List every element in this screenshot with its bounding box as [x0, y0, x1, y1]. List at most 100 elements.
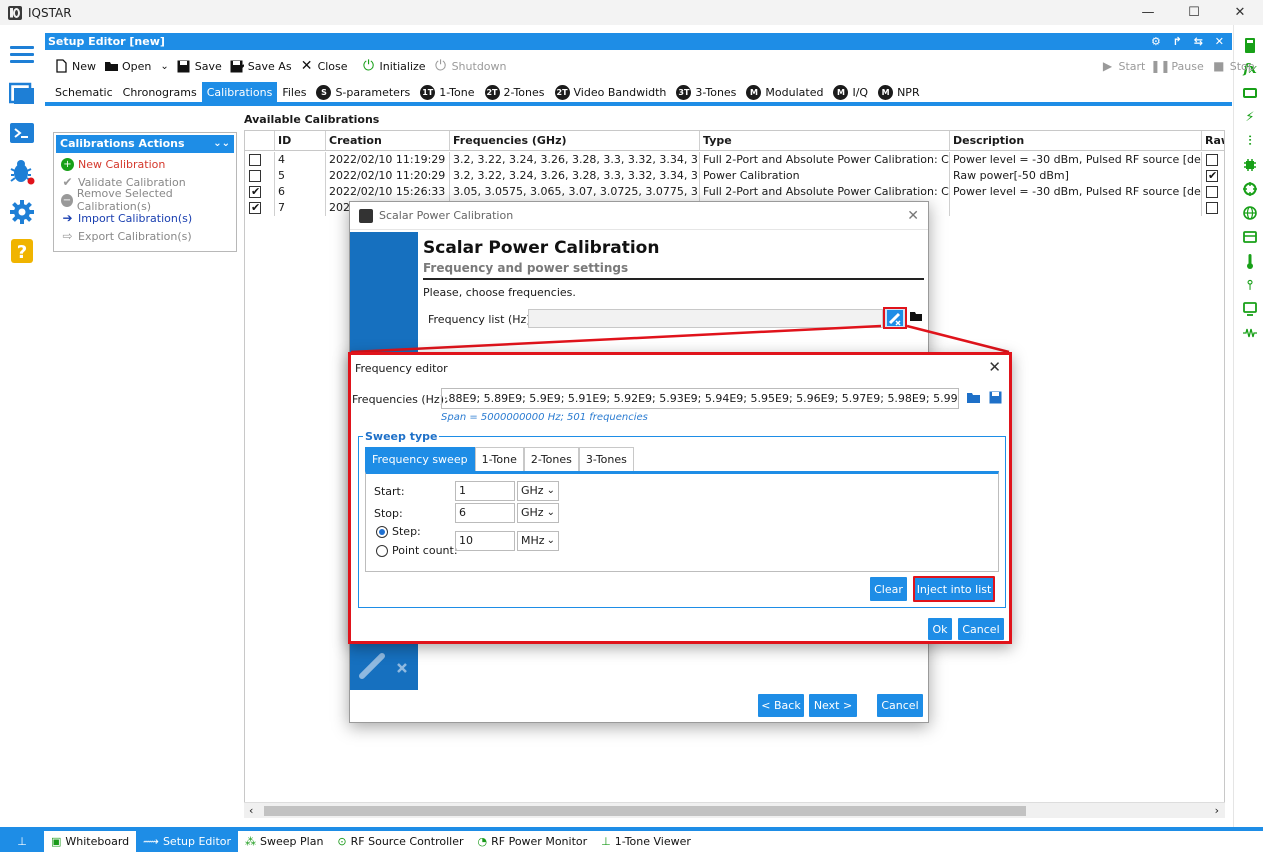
start-unit-select[interactable]: GHz ⌄	[517, 481, 559, 501]
close-button[interactable]: ✕ Close	[300, 58, 348, 74]
probe-icon[interactable]: ⫯	[1242, 277, 1258, 293]
tab-npr[interactable]: M NPR	[873, 82, 925, 102]
console-icon[interactable]	[8, 119, 36, 147]
row-select-checkbox[interactable]	[249, 184, 261, 200]
new-calibration-action[interactable]: + New Calibration	[54, 155, 236, 173]
bottom-tab-whiteboard[interactable]: ▣ Whiteboard	[44, 831, 136, 852]
tab-files[interactable]: Files	[277, 82, 311, 102]
header-type[interactable]: Type	[700, 131, 950, 151]
tab-1-tone[interactable]: 1-Tone	[474, 447, 524, 471]
close-icon[interactable]: ✕	[988, 358, 1001, 376]
back-button[interactable]: < Back	[758, 694, 804, 717]
bottom-tab-setup-editor[interactable]: ⟿ Setup Editor	[136, 831, 239, 852]
bottom-tab-1-tone-viewer[interactable]: ⊥ 1-Tone Viewer	[594, 831, 698, 852]
save-icon[interactable]	[989, 391, 1002, 407]
scrollbar-thumb[interactable]	[264, 806, 1026, 816]
pause-button[interactable]: ❚❚ Pause	[1150, 59, 1203, 73]
bottom-tab-sweep-plan[interactable]: ⁂ Sweep Plan	[238, 831, 330, 852]
target-icon[interactable]	[1242, 181, 1258, 197]
export-calibration-action[interactable]: ⇨ Export Calibration(s)	[54, 227, 236, 245]
tab-schematic[interactable]: Schematic	[50, 82, 118, 102]
scroll-left-icon[interactable]: ‹	[249, 804, 253, 817]
raw-checkbox[interactable]	[1206, 186, 1218, 198]
frequencies-input[interactable]: .88E9; 5.89E9; 5.9E9; 5.91E9; 5.92E9; 5.…	[441, 388, 959, 409]
start-button[interactable]: ▶ Start	[1101, 59, 1146, 73]
stop-unit-select[interactable]: GHz ⌄	[517, 503, 559, 523]
tab-2-tones[interactable]: 2T 2-Tones	[480, 82, 550, 102]
table-row[interactable]: 62022/02/10 15:26:333.05, 3.0575, 3.065,…	[245, 184, 1224, 200]
header-id[interactable]: ID	[275, 131, 326, 151]
header-controls[interactable]: ⚙ ↱ ⇆ ✕	[1151, 33, 1228, 50]
tab-frequency-sweep[interactable]: Frequency sweep	[365, 447, 475, 471]
thermometer-icon[interactable]	[1242, 253, 1258, 269]
drive-icon[interactable]	[1242, 85, 1258, 101]
scroll-right-icon[interactable]: ›	[1215, 804, 1219, 817]
chevron-down-icon[interactable]: ⌄	[160, 61, 168, 72]
waveform-icon[interactable]	[1242, 325, 1258, 341]
table-row[interactable]: 5 2022/02/10 11:20:29 3.2, 3.22, 3.24, 3.2…	[245, 168, 1224, 184]
card-icon[interactable]	[1242, 229, 1258, 245]
maximize-button[interactable]: ☐	[1171, 0, 1217, 25]
debug-icon[interactable]	[8, 158, 36, 186]
lightning-icon[interactable]: ⚡	[1242, 109, 1258, 125]
tab-calibrations[interactable]: Calibrations	[201, 82, 278, 102]
menu-icon[interactable]	[8, 40, 36, 68]
tab-i-q[interactable]: M I/Q	[828, 82, 873, 102]
close-icon[interactable]: ✕	[907, 208, 919, 224]
header-raw[interactable]: Raw	[1202, 131, 1224, 151]
header-description[interactable]: Description	[950, 131, 1202, 151]
cancel-button[interactable]: Cancel	[877, 694, 923, 717]
bottom-tab-rf-source-controller[interactable]: ⊙ RF Source Controller	[330, 831, 470, 852]
stop-input[interactable]: 6	[455, 503, 515, 523]
header-creation[interactable]: Creation	[326, 131, 450, 151]
raw-checkbox[interactable]	[1206, 168, 1218, 184]
next-button[interactable]: Next >	[809, 694, 857, 717]
tab-1-tone[interactable]: 1T 1-Tone	[415, 82, 479, 102]
remove-calibration-action[interactable]: − Remove Selected Calibration(s)	[54, 187, 236, 213]
minimize-button[interactable]: —	[1125, 0, 1171, 25]
row-select-checkbox[interactable]	[249, 154, 261, 166]
save-as-button[interactable]: Save As	[230, 59, 292, 73]
tab-video-bandwidth[interactable]: 2T Video Bandwidth	[550, 82, 672, 102]
bottom-tab-rf-power-monitor[interactable]: ◔ RF Power Monitor	[471, 831, 595, 852]
shutdown-button[interactable]: ⏻ Shutdown	[434, 58, 506, 74]
row-select-checkbox[interactable]	[249, 170, 261, 182]
save-button[interactable]: Save	[177, 59, 222, 73]
step-input[interactable]: 10	[455, 531, 515, 551]
point-count-radio[interactable]	[376, 545, 388, 557]
step-unit-select[interactable]: MHz ⌄	[517, 531, 559, 551]
calculator-icon[interactable]	[1242, 37, 1258, 53]
settings-gear-icon[interactable]	[8, 198, 36, 226]
sliders-icon[interactable]: ⫶	[1242, 133, 1258, 149]
help-icon[interactable]: ?	[8, 237, 36, 265]
actions-panel-title[interactable]: Calibrations Actions ⌄⌄	[56, 135, 234, 153]
close-window-button[interactable]: ✕	[1217, 0, 1263, 25]
new-button[interactable]: New	[54, 59, 96, 73]
monitor-icon[interactable]	[1242, 301, 1258, 317]
raw-checkbox[interactable]	[1206, 154, 1218, 166]
row-select-checkbox[interactable]	[249, 200, 261, 216]
tab-3-tones[interactable]: 3-Tones	[578, 447, 634, 471]
start-input[interactable]: 1	[455, 481, 515, 501]
collapse-icon[interactable]: ⌄⌄	[213, 135, 230, 153]
clear-button[interactable]: Clear	[870, 577, 907, 601]
ok-button[interactable]: Ok	[928, 618, 952, 640]
chip-icon[interactable]	[1242, 157, 1258, 173]
files-icon[interactable]	[8, 79, 36, 107]
raw-checkbox[interactable]	[1206, 202, 1218, 214]
horizontal-scrollbar[interactable]: ‹ ›	[244, 802, 1225, 818]
globe-icon[interactable]	[1242, 205, 1258, 221]
inject-into-list-button[interactable]: Inject into list	[913, 576, 995, 602]
initialize-button[interactable]: ⏻ Initialize	[362, 58, 426, 74]
tab-s-parameters[interactable]: S S-parameters	[311, 82, 415, 102]
tab-3-tones[interactable]: 3T 3-Tones	[671, 82, 741, 102]
stop-button[interactable]: ■ Stop	[1212, 59, 1255, 73]
open-button[interactable]: Open ⌄	[104, 59, 169, 73]
tab-modulated[interactable]: M Modulated	[741, 82, 828, 102]
pin-button[interactable]: ⊥	[0, 831, 44, 852]
tab-chronograms[interactable]: Chronograms	[118, 82, 202, 102]
table-row[interactable]: 4 2022/02/10 11:19:29 3.2, 3.22, 3.24, 3.2…	[245, 152, 1224, 168]
step-radio[interactable]	[376, 526, 388, 538]
tab-2-tones[interactable]: 2-Tones	[523, 447, 579, 471]
header-frequencies[interactable]: Frequencies (GHz)	[450, 131, 700, 151]
